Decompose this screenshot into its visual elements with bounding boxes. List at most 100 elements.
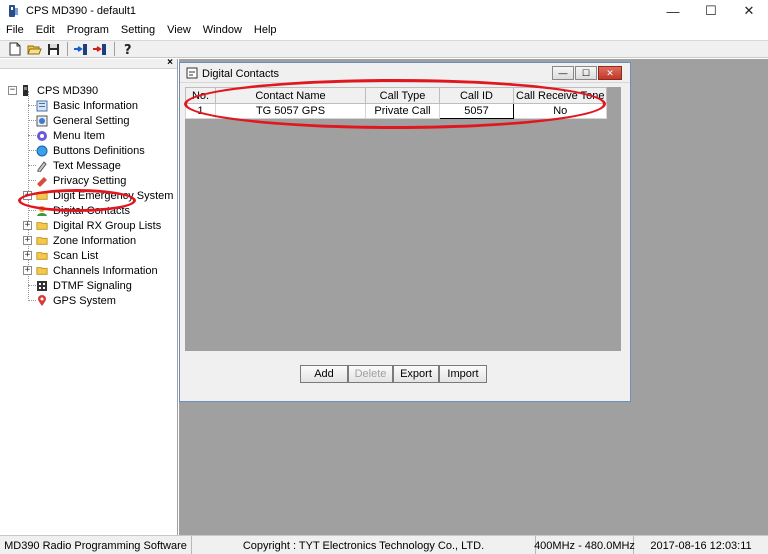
read-radio-button[interactable]	[72, 41, 90, 57]
tree-item-label: General Setting	[53, 114, 130, 127]
import-button[interactable]: Import	[439, 365, 487, 383]
contacts-grid-area: No. Contact Name Call Type Call ID Call …	[185, 87, 621, 351]
menu-help[interactable]: Help	[248, 22, 283, 40]
folder-icon	[36, 190, 48, 202]
tree-item-channels-information[interactable]: Channels Information	[36, 263, 158, 278]
tree-item-general-setting[interactable]: General Setting	[36, 113, 129, 128]
toolbar-separator	[67, 42, 68, 56]
column-header-contact-name[interactable]: Contact Name	[215, 87, 366, 104]
tree-item-label: Scan List	[53, 249, 99, 262]
tree-line	[28, 120, 36, 121]
menu-window[interactable]: Window	[197, 22, 248, 40]
tree-item-digital-contacts[interactable]: Digital Contacts	[36, 203, 130, 218]
tree-item-label: Buttons Definitions	[53, 144, 145, 157]
tree-item-label: Zone Information	[53, 234, 137, 247]
menu-file[interactable]: File	[0, 22, 30, 40]
child-restore-button[interactable]: ☐	[575, 66, 597, 80]
tree-item-scan-list[interactable]: Scan List	[36, 248, 98, 263]
root-expander[interactable]: −	[8, 86, 17, 95]
tree-line	[28, 135, 36, 136]
menu-edit[interactable]: Edit	[30, 22, 61, 40]
tree-item-zone-information[interactable]: Zone Information	[36, 233, 136, 248]
open-button[interactable]	[25, 41, 43, 57]
delete-button[interactable]: Delete	[348, 365, 393, 383]
expander-icon[interactable]: +	[23, 221, 32, 230]
child-window-title: Digital Contacts	[202, 68, 280, 80]
child-minimize-button[interactable]: —	[552, 66, 574, 80]
write-radio-button[interactable]	[91, 41, 109, 57]
tree-item-label: Text Message	[53, 159, 121, 172]
contacts-table: No. Contact Name Call Type Call ID Call …	[185, 87, 608, 119]
tree-line	[28, 300, 36, 301]
expander-icon[interactable]: +	[23, 191, 32, 200]
tree-item-privacy-setting[interactable]: Privacy Setting	[36, 173, 126, 188]
menu-view[interactable]: View	[161, 22, 197, 40]
column-header-no[interactable]: No.	[185, 87, 216, 104]
table-header-row: No. Contact Name Call Type Call ID Call …	[185, 87, 608, 104]
help-button[interactable]: ?	[119, 41, 137, 57]
cell-call-id[interactable]: 5057	[439, 103, 514, 119]
expander-icon[interactable]: +	[23, 236, 32, 245]
gps-icon	[36, 294, 48, 307]
navigation-pane: × − CPS MD390 Basic Information General …	[0, 57, 178, 535]
cell-call-receive-tone[interactable]: No	[512, 103, 608, 119]
column-header-call-receive-tone[interactable]: Call Receive Tone	[512, 87, 608, 104]
export-button[interactable]: Export	[393, 365, 439, 383]
tree-line	[28, 210, 36, 211]
table-row[interactable]: 1 TG 5057 GPS Private Call 5057 No	[185, 103, 608, 119]
tree-item-text-message[interactable]: Text Message	[36, 158, 121, 173]
cell-call-type[interactable]: Private Call	[365, 103, 440, 119]
menu-setting[interactable]: Setting	[115, 22, 161, 40]
tree-item-label: Digit Emergency System	[53, 189, 174, 202]
expander-icon[interactable]: +	[23, 251, 32, 260]
minimize-button[interactable]: —	[654, 0, 692, 22]
title-bar: CPS MD390 - default1 — ☐ ✕	[0, 0, 768, 22]
add-button[interactable]: Add	[300, 365, 348, 383]
tree-root-label: CPS MD390	[37, 84, 99, 97]
general-setting-icon	[36, 115, 48, 127]
tree-item-basic-information[interactable]: Basic Information	[36, 98, 138, 113]
menu-program[interactable]: Program	[61, 22, 115, 40]
cell-no[interactable]: 1	[185, 103, 216, 119]
tree-line	[28, 105, 36, 106]
tree-item-gps-system[interactable]: GPS System	[36, 293, 116, 308]
new-file-button[interactable]	[6, 41, 24, 57]
tree-root[interactable]: CPS MD390	[20, 83, 98, 98]
button-definition-icon	[36, 145, 48, 157]
maximize-button[interactable]: ☐	[692, 0, 730, 22]
save-icon	[47, 43, 59, 55]
expander-icon[interactable]: +	[23, 266, 32, 275]
column-header-call-type[interactable]: Call Type	[365, 87, 440, 104]
tree-line	[28, 180, 36, 181]
action-button-row: Add Delete Export Import	[300, 365, 487, 383]
contacts-icon	[36, 205, 48, 217]
dtmf-icon	[36, 280, 48, 292]
close-button[interactable]: ✕	[730, 0, 768, 22]
toolbar-separator	[114, 42, 115, 56]
tree-line	[28, 285, 36, 286]
cell-contact-name[interactable]: TG 5057 GPS	[215, 103, 366, 119]
read-radio-icon	[74, 43, 87, 55]
tree-item-buttons-definitions[interactable]: Buttons Definitions	[36, 143, 145, 158]
child-close-button[interactable]: ✕	[598, 66, 622, 80]
radio-icon	[20, 85, 32, 97]
tree-line	[28, 150, 36, 151]
tree-item-dtmf-signaling[interactable]: DTMF Signaling	[36, 278, 132, 293]
digital-contacts-window: Digital Contacts — ☐ ✕ No. Contact Name …	[179, 62, 631, 402]
tree-item-label: Menu Item	[53, 129, 105, 142]
toolbar: ?	[0, 40, 768, 58]
tree-item-label: DTMF Signaling	[53, 279, 132, 292]
tree-item-label: Digital RX Group Lists	[53, 219, 162, 232]
tree-line	[28, 165, 36, 166]
tree-item-digit-emergency-system[interactable]: Digit Emergency System	[36, 188, 173, 203]
save-button[interactable]	[44, 41, 62, 57]
pane-close-icon[interactable]: ×	[167, 57, 173, 68]
write-radio-icon	[93, 43, 106, 55]
info-icon	[36, 100, 48, 112]
tree-item-digital-rx-group-lists[interactable]: Digital RX Group Lists	[36, 218, 161, 233]
status-copyright: Copyright : TYT Electronics Technology C…	[192, 536, 536, 554]
folder-icon	[36, 220, 48, 232]
column-header-call-id[interactable]: Call ID	[439, 87, 514, 104]
status-frequency: 400MHz - 480.0MHz	[534, 536, 635, 554]
tree-item-menu-item[interactable]: Menu Item	[36, 128, 105, 143]
